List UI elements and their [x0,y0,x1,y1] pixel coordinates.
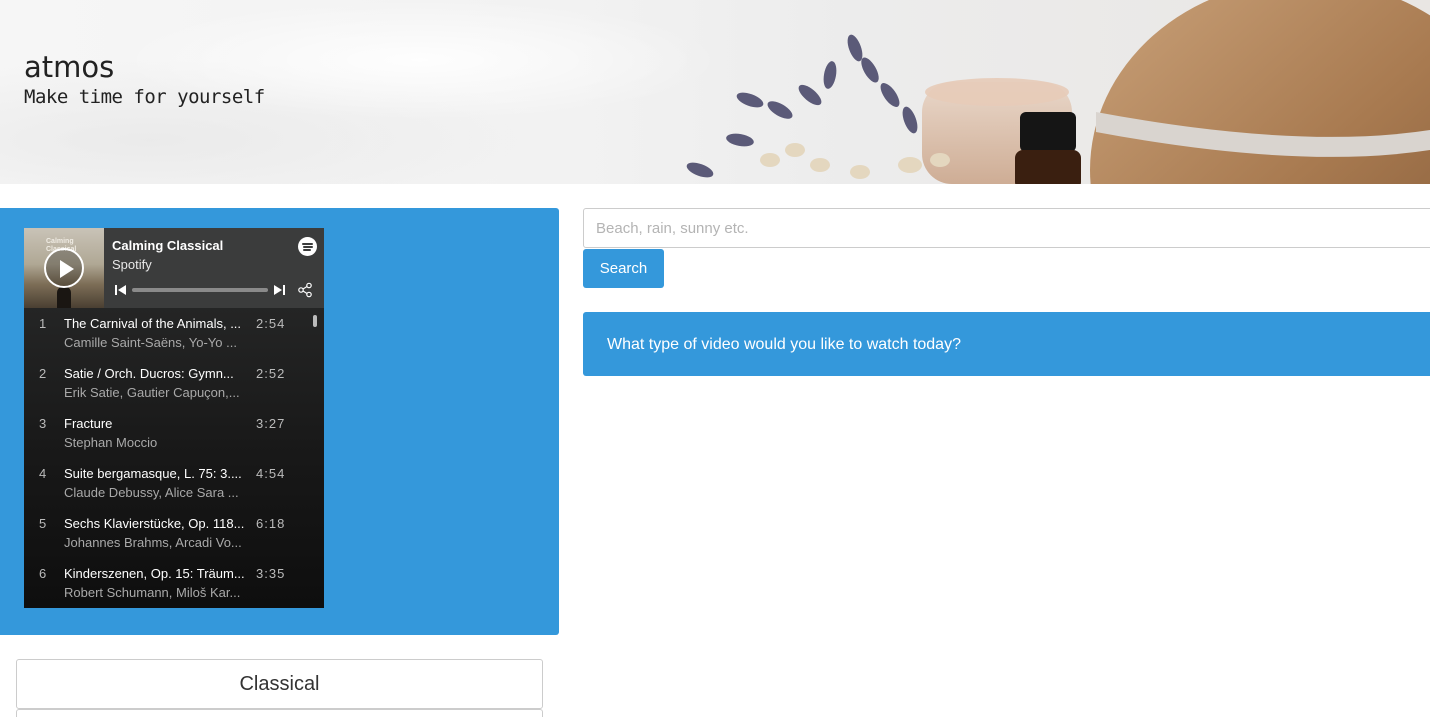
track-name: Suite bergamasque, L. 75: 3.... [64,466,242,481]
track-number: 2 [39,366,47,381]
header-decor-image [686,0,1430,184]
header-banner: atmos Make time for yourself [0,0,1430,184]
player-header: Calming Classical Calming Classical Spot… [24,228,324,308]
track-row[interactable]: 5 Sechs Klavierstücke, Op. 118... Johann… [24,508,314,558]
search-input[interactable] [583,208,1430,248]
track-number: 6 [39,566,47,581]
video-prompt-banner: What type of video would you like to wat… [583,312,1430,376]
track-duration: 2:54 [256,316,286,331]
track-duration: 2:52 [256,366,286,381]
track-artist: Johannes Brahms, Arcadi Vo... [64,535,242,550]
previous-track-icon[interactable] [115,284,127,296]
track-artist: Stephan Moccio [64,435,158,450]
track-duration: 3:27 [256,416,286,431]
playlist-cover: Calming Classical [24,228,104,308]
track-list: 1 The Carnival of the Animals, ... Camil… [24,308,324,608]
track-duration: 3:35 [256,566,286,581]
app-tagline: Make time for yourself [24,86,265,108]
spotify-player: Calming Classical Calming Classical Spot… [24,228,324,608]
genre-button-classical[interactable]: Classical [16,659,543,709]
track-number: 3 [39,416,47,431]
track-duration: 4:54 [256,466,286,481]
track-artist: Erik Satie, Gautier Capuçon,... [64,385,240,400]
track-name: The Carnival of the Animals, ... [64,316,242,331]
cover-figure [57,286,71,308]
track-name: Fracture [64,416,113,431]
playlist-title: Calming Classical [112,238,224,253]
track-row[interactable]: 3 Fracture Stephan Moccio 3:27 [24,408,314,458]
playlist-provider: Spotify [112,257,152,272]
share-icon[interactable] [297,282,313,298]
app-title: atmos [24,50,115,84]
track-row[interactable]: 1 The Carnival of the Animals, ... Camil… [24,308,314,358]
search-button[interactable]: Search [583,249,664,288]
track-number: 4 [39,466,47,481]
track-number: 1 [39,316,47,331]
progress-bar[interactable] [132,288,268,292]
track-name: Sechs Klavierstücke, Op. 118... [64,516,245,531]
track-artist: Camille Saint-Saëns, Yo-Yo ... [64,335,237,350]
track-artist: Robert Schumann, Miloš Kar... [64,585,241,600]
track-number: 5 [39,516,47,531]
track-duration: 6:18 [256,516,286,531]
track-artist: Claude Debussy, Alice Sara ... [64,485,239,500]
track-row[interactable]: 2 Satie / Orch. Ducros: Gymn... Erik Sat… [24,358,314,408]
track-name: Kinderszenen, Op. 15: Träum... [64,566,245,581]
track-row[interactable]: 6 Kinderszenen, Op. 15: Träum... Robert … [24,558,314,608]
spotify-logo-icon[interactable] [298,237,317,256]
next-track-icon[interactable] [274,284,286,296]
video-prompt-text: What type of video would you like to wat… [607,336,961,353]
track-name: Satie / Orch. Ducros: Gymn... [64,366,234,381]
track-row[interactable]: 4 Suite bergamasque, L. 75: 3.... Claude… [24,458,314,508]
genre-button-next[interactable] [16,709,543,717]
music-panel: Calming Classical Calming Classical Spot… [0,208,559,635]
play-button[interactable] [44,248,84,288]
track-list-scrollbar[interactable] [313,315,317,327]
